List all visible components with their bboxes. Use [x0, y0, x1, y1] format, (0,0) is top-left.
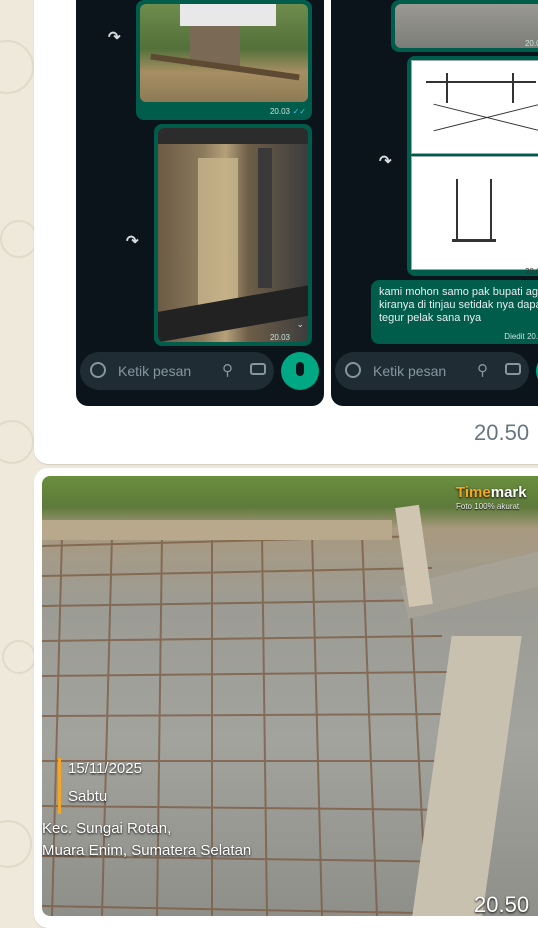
forward-icon: ↷ [379, 153, 392, 170]
drawing-page-1 [411, 60, 538, 154]
sticker-icon[interactable] [90, 362, 106, 378]
message-status: Diedit 20.04 [504, 332, 538, 341]
forwarded-photo-2[interactable]: 20.03 ⌄ [154, 124, 312, 346]
message-input[interactable]: Ketik pesan [118, 363, 191, 379]
image-message-bubble[interactable]: Timemark Foto 100% akurat 15/11/2025 Sab… [34, 468, 538, 928]
wallpaper-doodle [0, 220, 38, 258]
timemark-brand-mark: mark [490, 484, 527, 501]
drawing-page-2 [411, 156, 538, 270]
message-time: 20.50 [474, 892, 530, 917]
message-time: 20.03 [524, 267, 538, 276]
construction-photo[interactable]: Timemark Foto 100% akurat 15/11/2025 Sab… [42, 476, 538, 916]
chevron-down-icon[interactable]: ⌄ [296, 319, 304, 330]
forwarded-documents[interactable]: 20.03 [407, 56, 538, 276]
mic-icon [296, 362, 304, 376]
formwork-board [42, 520, 392, 540]
camera-icon[interactable] [505, 363, 521, 375]
image-message-bubble[interactable]: ↷ 20.03 ✓✓ ↷ 20.03 ⌄ Ketik pesan ⚲ 20. ↷… [34, 0, 538, 464]
wallpaper-doodle [0, 420, 34, 464]
attach-icon[interactable]: ⚲ [477, 361, 488, 379]
screenshot-left[interactable]: ↷ 20.03 ✓✓ ↷ 20.03 ⌄ Ketik pesan ⚲ [76, 0, 324, 406]
message-input[interactable]: Ketik pesan [373, 363, 446, 379]
mic-button[interactable] [281, 352, 319, 390]
attach-icon[interactable]: ⚲ [222, 361, 233, 379]
message-time: 20.03 [269, 107, 290, 116]
wallpaper-doodle [2, 640, 36, 674]
message-text: kami mohon samo pak bupati agar kiranya … [379, 286, 538, 324]
timemark-brand-time: Time [456, 484, 491, 501]
message-composer[interactable]: Ketik pesan ⚲ [80, 352, 274, 390]
sticker-icon[interactable] [345, 362, 361, 378]
double-check-icon: ✓✓ [292, 107, 306, 116]
photo-location-1: Kec. Sungai Rotan, [42, 820, 172, 837]
timemark-subtitle: Foto 100% akurat [456, 502, 520, 511]
wallpaper-doodle [0, 820, 32, 868]
forward-icon: ↷ [108, 29, 121, 46]
wallpaper-doodle [0, 40, 34, 94]
photo-day: Sabtu [68, 788, 108, 805]
forwarded-photo-3[interactable]: 20.03 [391, 0, 538, 52]
forwarded-photo-1[interactable]: 20.03 ✓✓ [136, 0, 312, 120]
photo-location-2: Muara Enim, Sumatera Selatan [42, 842, 252, 859]
message-time: 20.50 [474, 420, 530, 445]
timemark-bar [58, 758, 61, 814]
camera-icon[interactable] [250, 363, 266, 375]
forward-icon: ↷ [126, 233, 139, 250]
screenshot-right[interactable]: 20.03 ↷ 20.03 kami mohon samo pak bupati… [331, 0, 538, 406]
message-composer[interactable]: Ketik pesan ⚲ [335, 352, 529, 390]
photo-date: 15/11/2025 [68, 760, 142, 777]
message-time: 20.03 [524, 39, 538, 48]
message-time: 20.03 [269, 333, 290, 342]
text-message-bubble[interactable]: kami mohon samo pak bupati agar kiranya … [371, 280, 538, 344]
timemark-logo: Timemark [456, 484, 527, 501]
